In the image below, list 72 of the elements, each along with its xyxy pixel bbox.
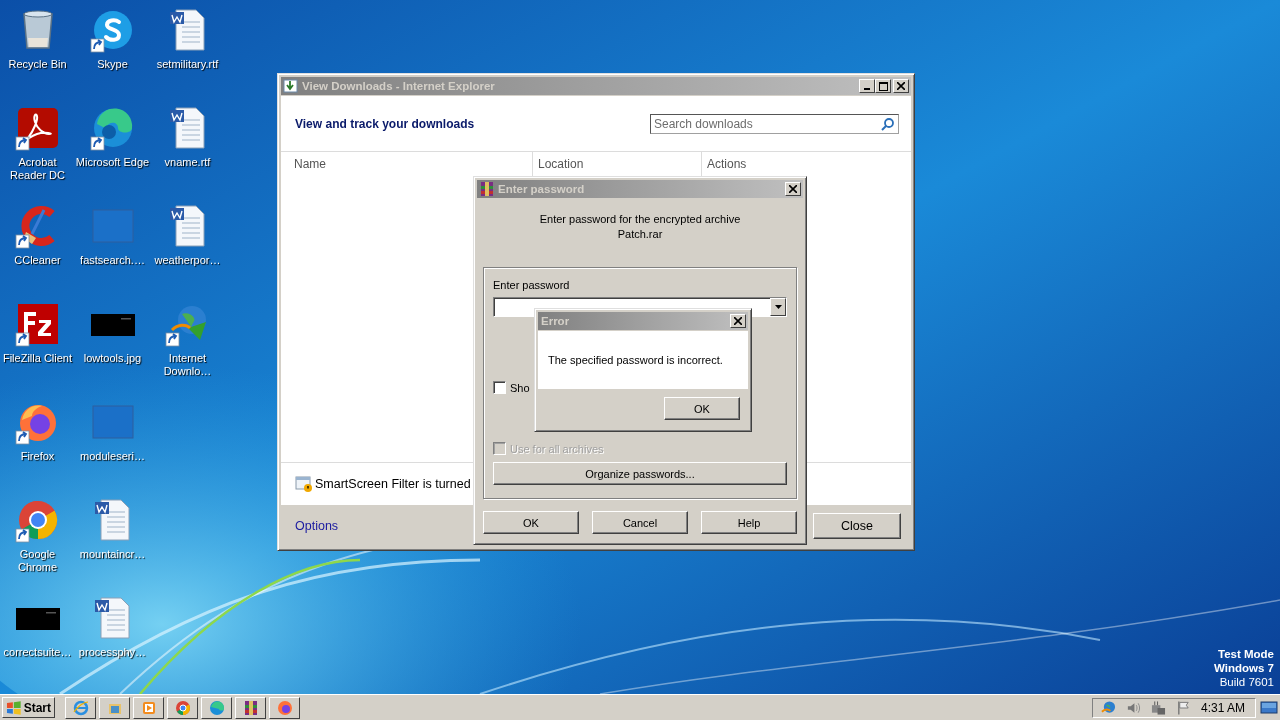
desktop-shortcut[interactable]: Acrobat Reader DC — [0, 104, 75, 182]
close-button[interactable] — [785, 182, 801, 196]
dialog-button[interactable]: Help — [701, 511, 797, 534]
close-icon — [897, 82, 905, 90]
dialog-title: Enter password — [498, 183, 585, 195]
download-manager-icon[interactable] — [1101, 699, 1116, 716]
media-player-icon — [140, 699, 157, 716]
error-message: The specified password is incorrect. — [548, 354, 723, 366]
desktop-shortcut[interactable]: lowtools.jpg — [75, 300, 150, 365]
close-icon — [734, 317, 742, 325]
field-label: Enter password — [493, 279, 571, 292]
close-button[interactable] — [893, 79, 909, 93]
taskbar-button[interactable] — [65, 696, 96, 719]
taskbar-button[interactable] — [99, 696, 130, 719]
ok-button[interactable]: OK — [664, 397, 740, 420]
archive-icon — [479, 181, 495, 197]
taskbar-button[interactable] — [235, 696, 266, 719]
desktop-shortcut[interactable]: Skype — [75, 6, 150, 71]
column-header[interactable]: Actions — [702, 152, 747, 176]
checkbox[interactable] — [493, 381, 506, 394]
download-icon — [283, 78, 299, 94]
close-button[interactable] — [730, 314, 746, 328]
os-notice-text: Test Mode — [1218, 647, 1274, 661]
dialog-message: Patch.rar — [617, 227, 663, 242]
taskbar-button[interactable] — [133, 696, 164, 719]
os-notice-text: Windows 7 — [1214, 661, 1274, 675]
dialog-title: Error — [540, 315, 570, 327]
clock[interactable]: 4:31 AM — [1200, 700, 1245, 715]
desktop-shortcut[interactable]: vname.rtf — [150, 104, 225, 169]
desktop-shortcut[interactable]: FileZilla Client — [0, 300, 75, 365]
desktop-shortcut[interactable]: moduleseri… — [75, 398, 150, 463]
smartscreen-status: SmartScreen Filter is turned — [315, 477, 471, 491]
chrome-icon — [174, 699, 191, 716]
network-icon[interactable] — [1150, 699, 1166, 716]
start-button[interactable]: Start — [2, 697, 55, 718]
desktop-shortcut[interactable]: setmilitary.rtf — [150, 6, 225, 71]
options-link[interactable]: Options — [295, 519, 339, 533]
window-title: View Downloads - Internet Explorer — [302, 80, 495, 92]
search-field[interactable]: Search downloads — [650, 113, 899, 134]
desktop-shortcut[interactable]: weatherpor… — [150, 202, 225, 267]
ie-icon — [72, 699, 89, 716]
edge-icon — [208, 699, 225, 716]
taskbar-button[interactable] — [201, 696, 232, 719]
maximize-button[interactable] — [875, 79, 891, 93]
organize-passwords-button[interactable]: Organize passwords... — [493, 462, 787, 485]
firefox-icon — [276, 699, 293, 716]
taskbar-button[interactable] — [269, 696, 300, 719]
checkbox-label: Sho — [510, 381, 530, 394]
desktop-shortcut[interactable]: Microsoft Edge — [75, 104, 150, 169]
shield-warning-icon — [295, 476, 313, 492]
close-button[interactable]: Close — [813, 513, 901, 539]
taskbar-button[interactable] — [167, 696, 198, 719]
search-icon[interactable] — [881, 116, 895, 131]
page-heading: View and track your downloads — [295, 116, 475, 131]
desktop-shortcut[interactable]: Internet Downlo… — [150, 300, 225, 378]
show-desktop-icon[interactable] — [1260, 699, 1278, 716]
desktop-shortcut[interactable]: Recycle Bin — [0, 6, 75, 71]
dialog-button[interactable]: Cancel — [592, 511, 688, 534]
windows-logo-icon — [6, 700, 22, 715]
desktop-shortcut[interactable]: CCleaner — [0, 202, 75, 267]
dropdown-button[interactable] — [770, 298, 786, 316]
dialog-button[interactable]: OK — [483, 511, 579, 534]
close-icon — [789, 185, 797, 193]
os-notice-text: Build 7601 — [1219, 675, 1274, 689]
desktop-shortcut[interactable]: Firefox — [0, 398, 75, 463]
flag-icon[interactable] — [1175, 699, 1191, 716]
dialog-message: Enter password for the encrypted archive — [539, 212, 741, 227]
desktop-shortcut[interactable]: fastsearch.… — [75, 202, 150, 267]
maximize-icon — [878, 81, 888, 91]
caret-icon — [774, 305, 782, 309]
minimize-button[interactable] — [859, 79, 875, 93]
archive-icon — [242, 699, 259, 716]
